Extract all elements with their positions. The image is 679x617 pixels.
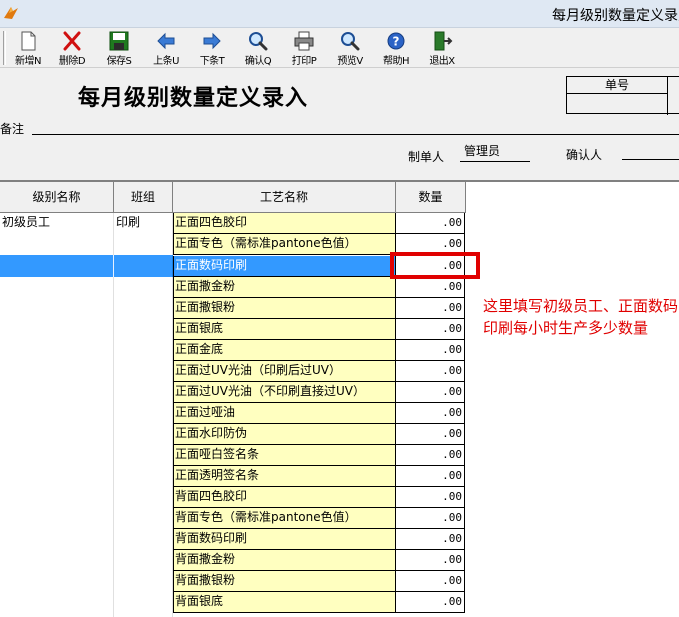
printer-icon [294,31,314,51]
confirmer-label: 确认人 [566,148,603,162]
exit-door-icon [434,31,453,51]
process-name-cell[interactable]: 正面哑白签名条 [173,445,395,466]
process-name-cell[interactable]: 正面专色（需标准pantone色值） [173,234,395,255]
table-row[interactable]: 正面过UV光油（印刷后过UV） .00 [173,361,465,382]
new-button[interactable]: 新增N [6,30,50,67]
confirm-button[interactable]: 确认Q [236,30,280,67]
table-row[interactable]: 正面撒金粉 .00 [173,277,465,298]
remark-label: 备注 [0,122,25,136]
table-row[interactable]: 背面银底 .00 [173,592,465,613]
help-button[interactable]: ? 帮助H [374,30,418,67]
process-name-cell[interactable]: 正面透明签名条 [173,466,395,487]
table-row[interactable]: 正面水印防伪 .00 [173,424,465,445]
annotation-note: 这里填写初级员工、正面数码印刷每小时生产多少数量 [483,297,679,337]
table-row[interactable]: 正面金底 .00 [173,340,465,361]
quantity-cell[interactable]: .00 [395,445,465,466]
prev-record-button[interactable]: 上条U [144,30,188,67]
quantity-cell[interactable]: .00 [395,487,465,508]
process-name-cell[interactable]: 正面过UV光油（不印刷直接过UV） [173,382,395,403]
order-no-field[interactable] [567,94,667,114]
column-header-group[interactable]: 班组 [114,182,173,213]
table-row[interactable]: 正面哑白签名条 .00 [173,445,465,466]
process-name-cell[interactable]: 背面数码印刷 [173,529,395,550]
magnifier-icon [341,32,360,51]
table-row[interactable]: 正面撒银粉 .00 [173,298,465,319]
form-title: 每月级别数量定义录入 [78,86,309,111]
table-row[interactable]: 正面银底 .00 [173,319,465,340]
quantity-cell[interactable]: .00 [395,382,465,403]
process-name-cell[interactable]: 背面撒银粉 [173,571,395,592]
quantity-cell[interactable]: .00 [395,424,465,445]
save-button[interactable]: 保存S [97,30,141,67]
quantity-cell[interactable]: .00 [395,277,465,298]
exit-button[interactable]: 退出X [420,30,464,67]
maker-label: 制单人 [408,150,445,164]
quantity-cell[interactable]: .00 [395,466,465,487]
svg-text:?: ? [393,35,400,49]
quantity-cell[interactable]: .00 [395,508,465,529]
process-name-cell[interactable]: 正面银底 [173,319,395,340]
quantity-cell[interactable]: .00 [395,403,465,424]
help-icon: ? [387,32,405,50]
preview-button[interactable]: 预览V [328,30,372,67]
process-name-cell[interactable]: 正面数码印刷 [173,256,395,277]
quantity-cell[interactable]: .00 [395,571,465,592]
process-name-cell[interactable]: 正面金底 [173,340,395,361]
toolbar: 新增N 删除D 保存S 上条U 下条T 确认Q 打印P 预览V ? 帮助H 退出… [0,28,679,68]
process-name-cell[interactable]: 正面四色胶印 [173,213,395,234]
table-row[interactable]: 正面透明签名条 .00 [173,466,465,487]
order-no-label: 单号 [567,77,667,94]
app-logo-icon [4,7,18,19]
quantity-cell[interactable]: .00 [395,529,465,550]
window-title: 每月级别数量定义录入 [552,8,679,24]
level-cell[interactable]: 初级员工 [0,213,114,234]
table-row[interactable]: 背面撒金粉 .00 [173,550,465,571]
column-header-quantity[interactable]: 数量 [396,182,466,213]
order-no-box: 单号 [566,76,679,115]
process-name-cell[interactable]: 正面水印防伪 [173,424,395,445]
delete-button[interactable]: 删除D [50,30,94,67]
magnifier-icon [249,32,268,51]
save-disk-icon [109,31,129,51]
table-row[interactable]: 正面过UV光油（不印刷直接过UV） .00 [173,382,465,403]
delete-x-icon [63,31,81,51]
window-titlebar: 每月级别数量定义录入 [0,0,679,28]
selected-row-highlight[interactable] [0,255,173,277]
group-cell[interactable]: 印刷 [114,213,173,234]
quantity-cell[interactable]: .00 [395,213,465,234]
arrow-right-icon [203,32,221,50]
quantity-cell[interactable]: .00 [395,340,465,361]
table-row[interactable]: 背面专色（需标准pantone色值） .00 [173,508,465,529]
table-row[interactable]: 正面过哑油 .00 [173,403,465,424]
process-name-cell[interactable]: 背面银底 [173,592,395,613]
process-name-cell[interactable]: 正面过哑油 [173,403,395,424]
quantity-cell[interactable]: .00 [395,361,465,382]
quantity-cell[interactable]: .00 [395,592,465,613]
process-name-cell[interactable]: 背面撒金粉 [173,550,395,571]
process-name-cell[interactable]: 正面撒银粉 [173,298,395,319]
new-document-icon [21,31,36,51]
table-row[interactable]: 背面数码印刷 .00 [173,529,465,550]
quantity-cell[interactable]: .00 [395,319,465,340]
table-row[interactable]: 背面撒银粉 .00 [173,571,465,592]
table-row[interactable]: 背面四色胶印 .00 [173,487,465,508]
column-header-level[interactable]: 级别名称 [0,182,114,213]
form-header: 每月级别数量定义录入 单号 备注 制单人 管理员 确认人 [0,68,679,180]
process-name-cell[interactable]: 背面专色（需标准pantone色值） [173,508,395,529]
process-name-cell[interactable]: 背面四色胶印 [173,487,395,508]
maker-field[interactable]: 管理员 [464,142,500,159]
process-name-cell[interactable]: 正面过UV光油（印刷后过UV） [173,361,395,382]
quantity-cell[interactable]: .00 [395,550,465,571]
process-name-cell[interactable]: 正面撒金粉 [173,277,395,298]
print-button[interactable]: 打印P [282,30,326,67]
remark-field[interactable] [32,134,679,135]
column-header-process[interactable]: 工艺名称 [173,182,396,213]
quantity-cell[interactable]: .00 [395,298,465,319]
quantity-highlight-box [390,252,480,279]
table-row[interactable]: 正面四色胶印 .00 [173,213,465,234]
confirmer-field[interactable] [622,159,679,160]
arrow-left-icon [157,32,175,50]
next-record-button[interactable]: 下条T [190,30,234,67]
